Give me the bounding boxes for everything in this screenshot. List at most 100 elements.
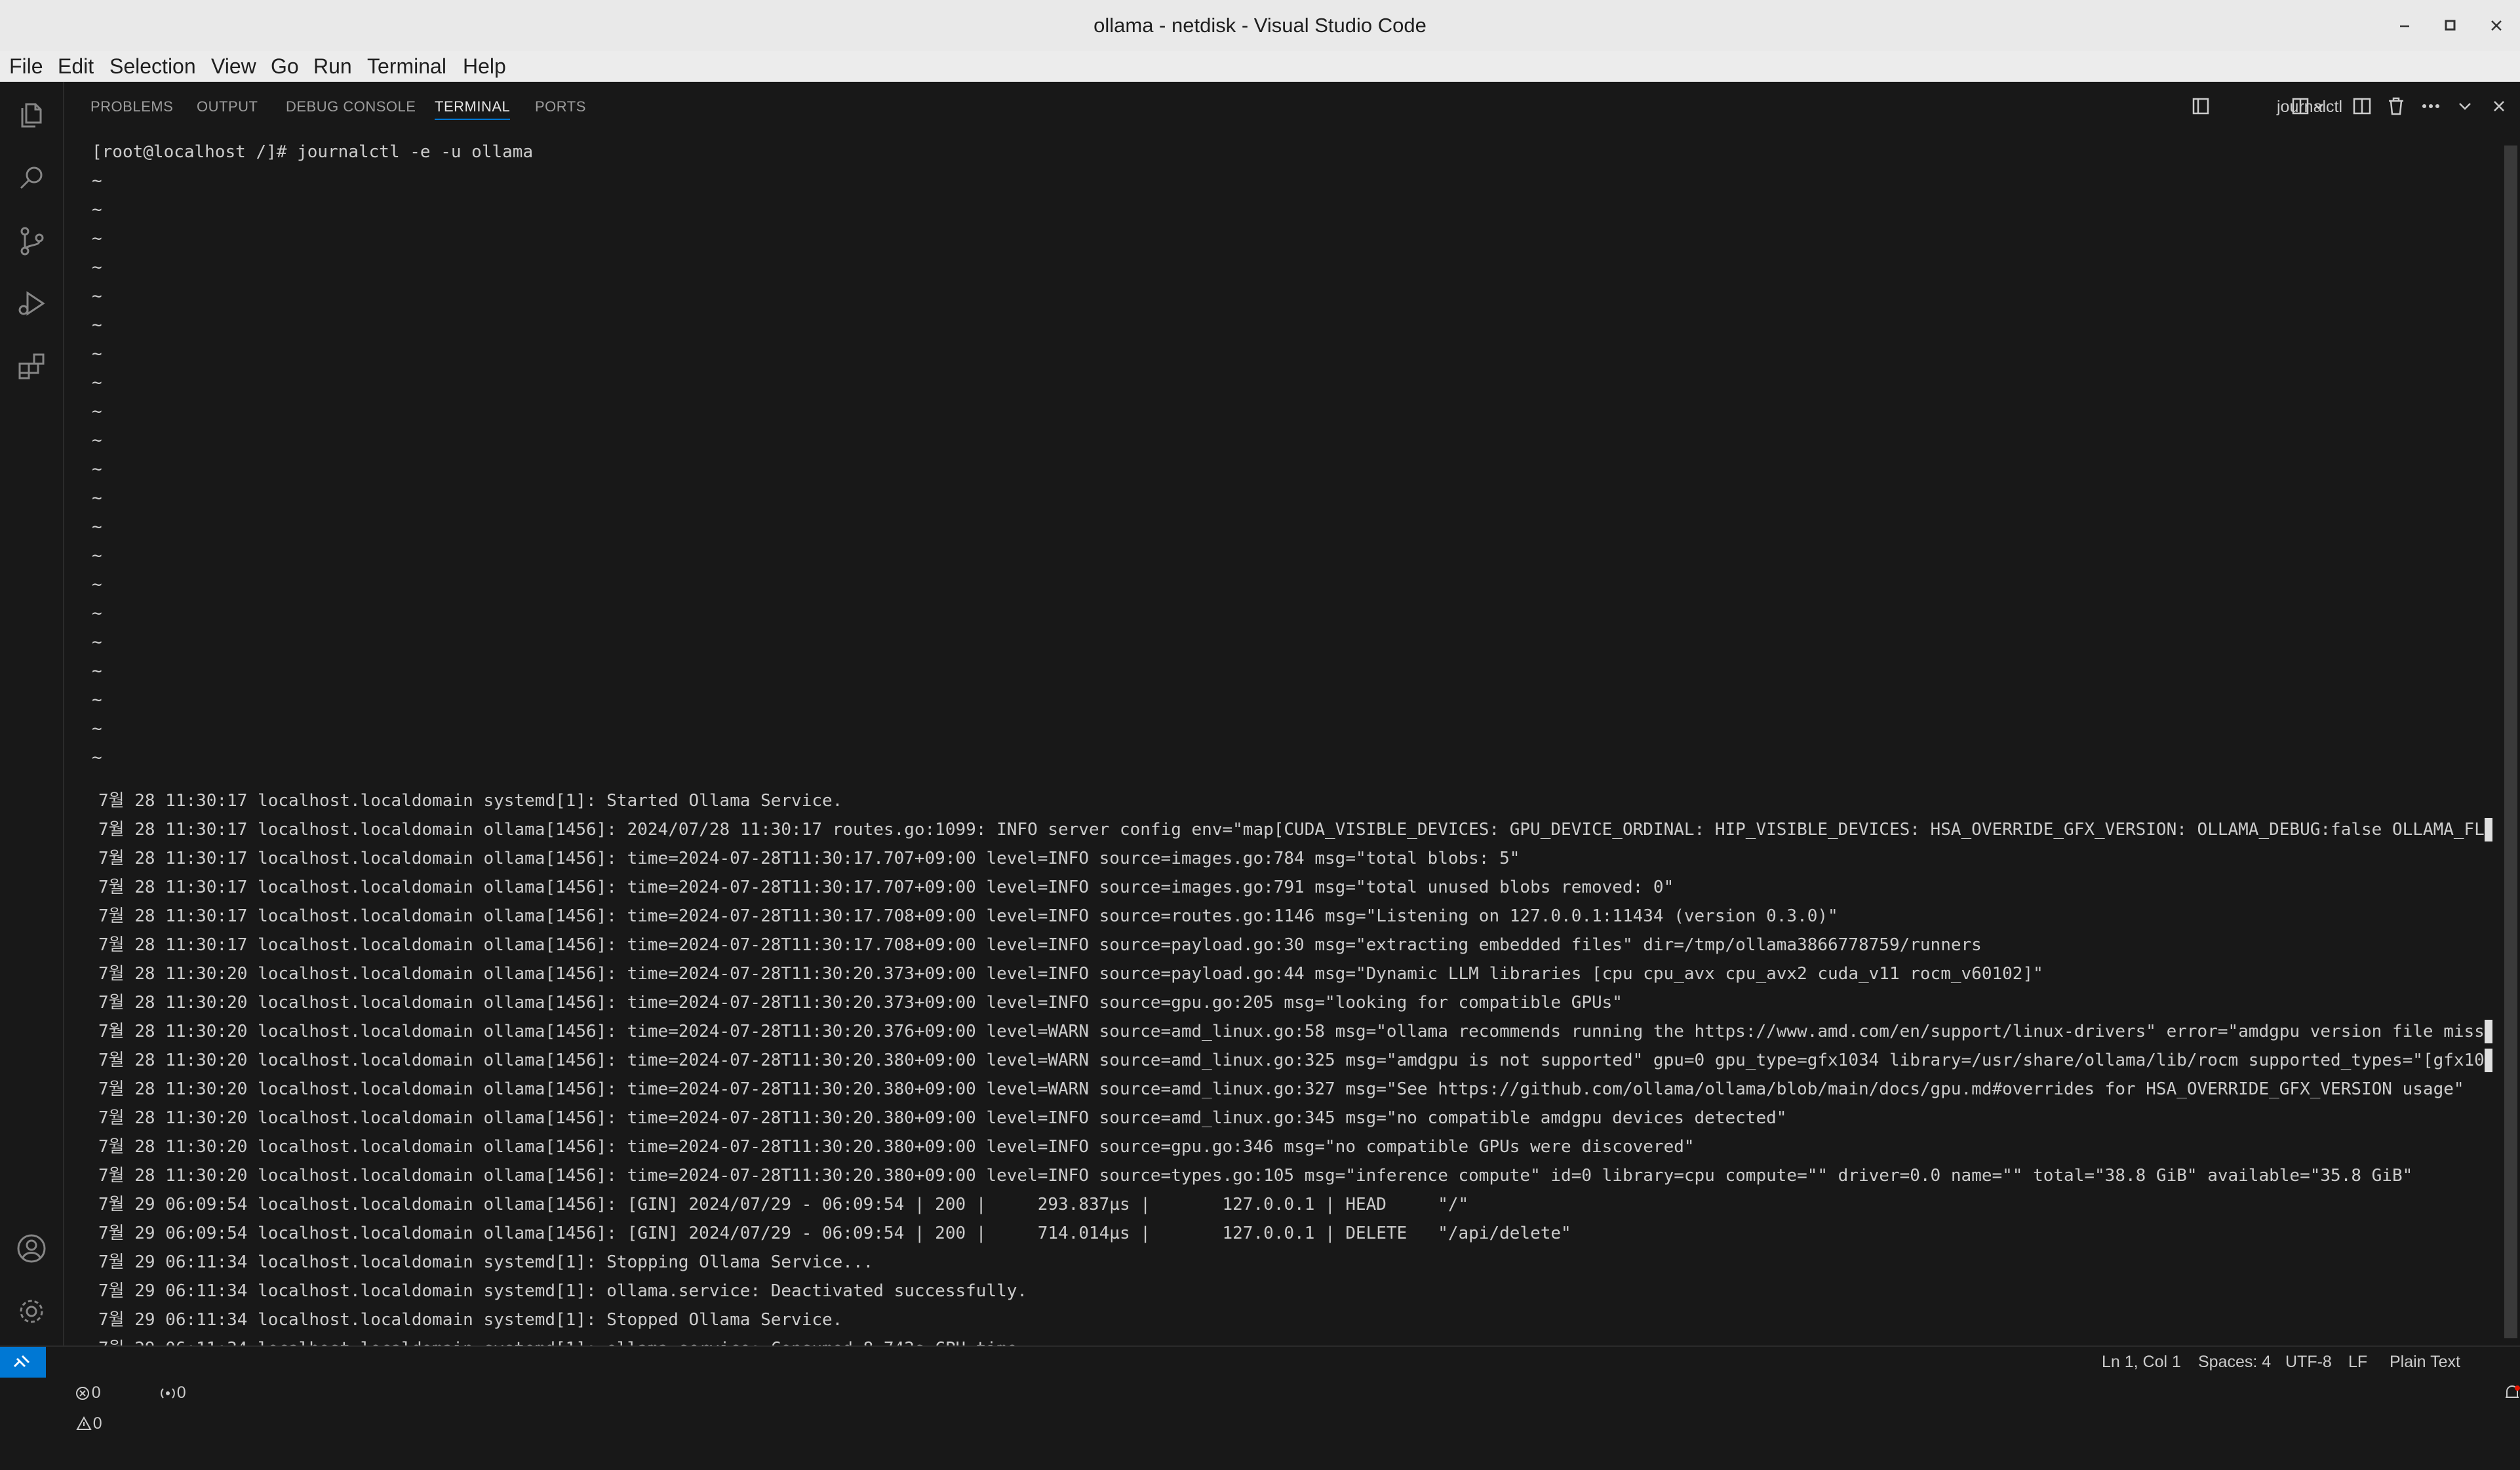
explorer-icon[interactable] xyxy=(16,99,47,130)
log-line: 7월 28 11:30:20 localhost.localdomain oll… xyxy=(98,1051,2485,1070)
maximize-button[interactable] xyxy=(2436,11,2465,40)
log-line: 7월 28 11:30:20 localhost.localdomain oll… xyxy=(98,964,2043,984)
indentation[interactable]: Spaces: 4 xyxy=(2198,1347,2271,1378)
tilde-line: ~ xyxy=(92,690,102,710)
terminal-view[interactable]: [root@localhost /]# journalctl -e -u oll… xyxy=(64,129,2492,1345)
activity-bar xyxy=(0,82,64,1345)
tilde-line: ~ xyxy=(92,575,102,594)
log-line: 7월 28 11:30:17 localhost.localdomain oll… xyxy=(98,906,1838,926)
window-title: ollama - netdisk - Visual Studio Code xyxy=(1093,14,1427,37)
tilde-line: ~ xyxy=(92,200,102,220)
tab-output[interactable]: OUTPUT xyxy=(197,94,258,120)
tilde-line: ~ xyxy=(92,315,102,335)
log-line: 7월 29 06:09:54 localhost.localdomain oll… xyxy=(98,1195,1469,1214)
terminal-tab-button[interactable] xyxy=(2190,95,2213,119)
log-line: 7월 29 06:11:34 localhost.localdomain sys… xyxy=(98,1334,2485,1345)
tilde-line: ~ xyxy=(92,488,102,508)
log-line: 7월 28 11:30:17 localhost.localdomain oll… xyxy=(98,849,1520,868)
tab-ports[interactable]: PORTS xyxy=(535,94,586,120)
more-actions-button[interactable] xyxy=(2420,95,2442,119)
minimize-button[interactable] xyxy=(2390,11,2419,40)
log-line: 7월 28 11:30:20 localhost.localdomain oll… xyxy=(98,1166,2413,1186)
title-bar: ollama - netdisk - Visual Studio Code xyxy=(0,0,2520,52)
remote-indicator[interactable] xyxy=(0,1347,46,1378)
run-debug-icon[interactable] xyxy=(16,288,47,319)
tilde-line: ~ xyxy=(92,748,102,767)
log-line: 7월 28 11:30:17 localhost.localdomain sys… xyxy=(98,791,843,811)
log-line: 7월 28 11:30:20 localhost.localdomain oll… xyxy=(98,993,1623,1013)
warning-icon xyxy=(76,1416,92,1430)
panel-header: PROBLEMS OUTPUT DEBUG CONSOLE TERMINAL P… xyxy=(64,82,2520,129)
maximize-icon xyxy=(2445,20,2456,31)
kill-terminal-button[interactable] xyxy=(2385,95,2407,119)
error-icon xyxy=(75,1387,89,1400)
cursor-position[interactable]: Ln 1, Col 1 xyxy=(2102,1347,2181,1378)
close-panel-button[interactable] xyxy=(2488,95,2510,119)
split-icon xyxy=(2353,98,2371,115)
log-line: 7월 28 11:30:17 localhost.localdomain oll… xyxy=(98,935,1982,955)
tilde-line: ~ xyxy=(92,286,102,306)
menu-run[interactable]: Run xyxy=(313,51,352,81)
notifications-button[interactable] xyxy=(2483,1347,2520,1398)
tab-debug-console[interactable]: DEBUG CONSOLE xyxy=(286,94,416,120)
line-overflow-marker xyxy=(2485,1020,2492,1043)
tab-terminal[interactable]: TERMINAL xyxy=(435,94,511,120)
tilde-line: ~ xyxy=(92,632,102,652)
tilde-line: ~ xyxy=(92,604,102,623)
tilde-line: ~ xyxy=(92,344,102,364)
account-icon[interactable] xyxy=(16,1233,47,1264)
ports-status[interactable]: 0 xyxy=(140,1347,186,1402)
terminal-prompt: [root@localhost /]# journalctl -e -u oll… xyxy=(92,142,534,162)
split-terminal-dropdown[interactable] xyxy=(2291,95,2331,119)
tilde-line: ~ xyxy=(92,171,102,191)
tilde-line: ~ xyxy=(92,258,102,277)
tilde-line: ~ xyxy=(92,719,102,739)
terminal-icon xyxy=(2192,98,2209,115)
split-editor-button[interactable] xyxy=(2351,95,2373,119)
close-icon xyxy=(2491,20,2502,31)
menu-bar: File Edit Selection View Go Run Terminal… xyxy=(0,51,2520,82)
status-bar: 0 0 0 Ln 1, Col 1 Spaces: 4 UTF-8 LF Pla… xyxy=(0,1345,2520,1433)
close-window-button[interactable] xyxy=(2482,11,2511,40)
minimize-icon xyxy=(2400,25,2409,28)
log-line: 7월 28 11:30:20 localhost.localdomain oll… xyxy=(98,1022,2485,1041)
tab-problems[interactable]: PROBLEMS xyxy=(90,94,173,120)
trash-icon xyxy=(2389,97,2403,115)
menu-view[interactable]: View xyxy=(211,51,256,81)
maximize-panel-button[interactable] xyxy=(2454,95,2476,119)
tilde-line: ~ xyxy=(92,373,102,393)
log-line: 7월 29 06:11:34 localhost.localdomain sys… xyxy=(98,1252,874,1272)
log-line: 7월 28 11:30:17 localhost.localdomain oll… xyxy=(98,878,1674,897)
search-icon[interactable] xyxy=(16,162,47,193)
log-line: 7월 29 06:09:54 localhost.localdomain oll… xyxy=(98,1224,1571,1243)
end-of-line[interactable]: LF xyxy=(2348,1347,2367,1378)
log-line: 7월 28 11:30:20 localhost.localdomain oll… xyxy=(98,1137,1695,1157)
tilde-line: ~ xyxy=(92,546,102,566)
log-line: 7월 29 06:11:34 localhost.localdomain sys… xyxy=(98,1281,1028,1301)
extensions-icon[interactable] xyxy=(16,351,47,382)
encoding[interactable]: UTF-8 xyxy=(2285,1347,2332,1378)
language-mode[interactable]: Plain Text xyxy=(2390,1347,2460,1378)
settings-gear-icon[interactable] xyxy=(16,1296,47,1327)
line-overflow-marker xyxy=(2485,818,2492,841)
menu-go[interactable]: Go xyxy=(271,51,299,81)
chevron-down-icon xyxy=(2459,103,2471,110)
menu-terminal[interactable]: Terminal xyxy=(367,51,446,81)
menu-selection[interactable]: Selection xyxy=(109,51,196,81)
warning-count: 0 xyxy=(92,1414,102,1433)
log-line: 7월 28 11:30:17 localhost.localdomain oll… xyxy=(98,820,2485,840)
source-control-icon[interactable] xyxy=(16,225,47,256)
tilde-line: ~ xyxy=(92,661,102,681)
menu-file[interactable]: File xyxy=(9,51,43,81)
log-line: 7월 28 11:30:20 localhost.localdomain oll… xyxy=(98,1079,2464,1099)
close-icon xyxy=(2494,101,2504,111)
line-overflow-marker xyxy=(2485,1049,2492,1072)
log-line: 7월 29 06:11:34 localhost.localdomain sys… xyxy=(98,1310,843,1330)
terminal-scrollbar-thumb[interactable] xyxy=(2504,145,2517,1338)
problems-status[interactable]: 0 0 xyxy=(56,1347,102,1433)
menu-help[interactable]: Help xyxy=(463,51,506,81)
menu-edit[interactable]: Edit xyxy=(58,51,94,81)
tilde-line: ~ xyxy=(92,229,102,248)
bell-icon xyxy=(2505,1385,2520,1398)
log-line: 7월 28 11:30:20 localhost.localdomain oll… xyxy=(98,1108,1787,1128)
